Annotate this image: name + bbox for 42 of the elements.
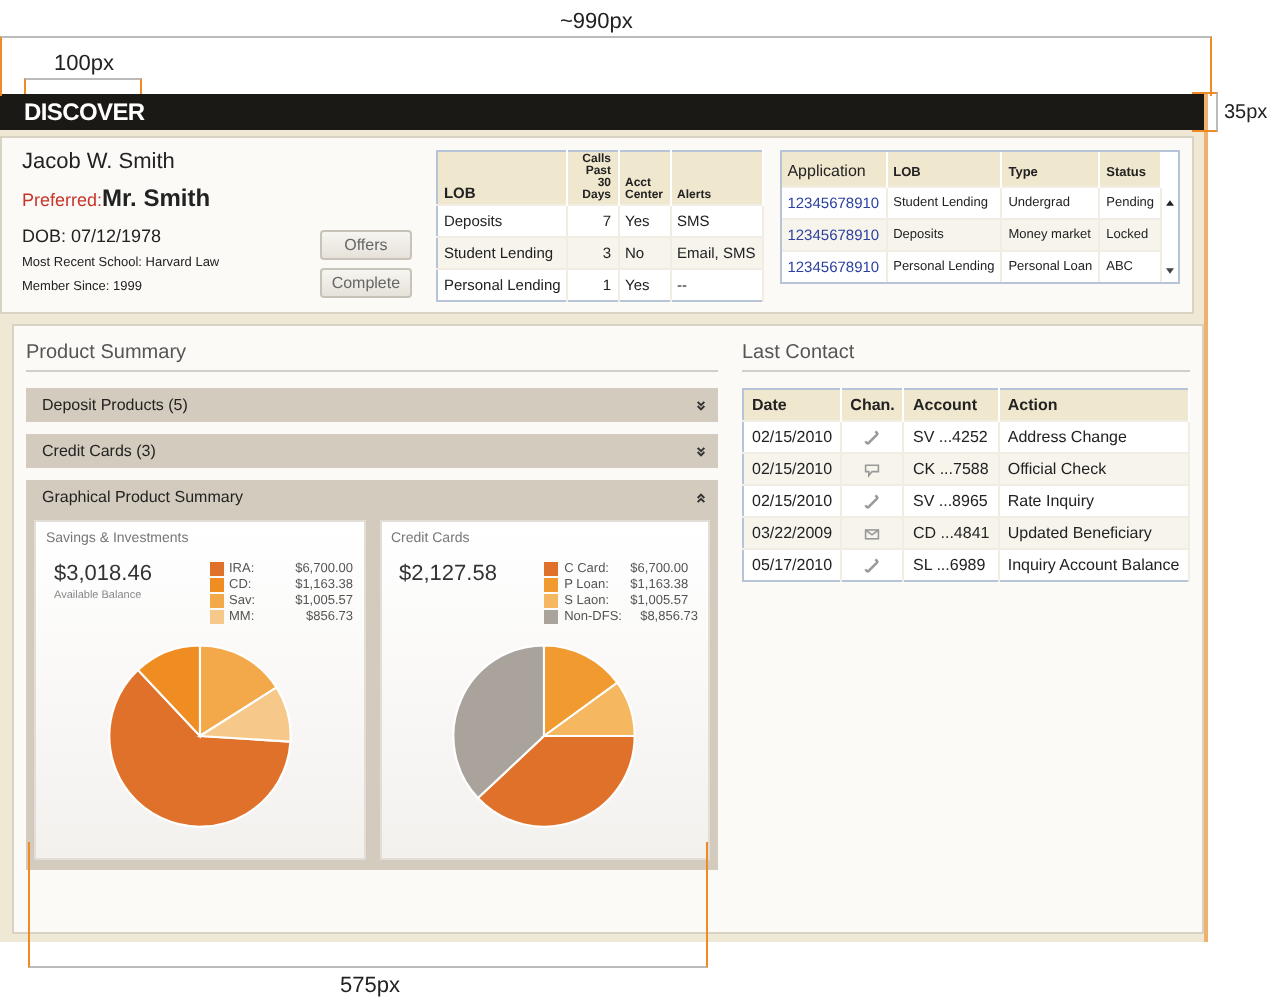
balance-amount: $2,127.58	[399, 562, 497, 586]
column-header: Application	[781, 152, 887, 187]
table-cell: 02/15/2010	[743, 453, 842, 485]
table-cell: 05/17/2010	[743, 549, 842, 581]
section-title: Last Contact	[742, 342, 1190, 372]
table-cell: Updated Beneficiary	[998, 517, 1189, 549]
phone-icon	[864, 557, 881, 574]
dimension-label: 35px	[1224, 102, 1268, 124]
column-header: Chan.	[841, 389, 904, 421]
phone-icon	[864, 493, 881, 510]
chat-icon	[864, 461, 881, 478]
scroll-up-icon[interactable]	[1166, 200, 1174, 206]
accordion-header[interactable]: Deposit Products (5)	[26, 388, 718, 422]
accordion-header[interactable]: Credit Cards (3)	[26, 434, 718, 468]
table-cell: 03/22/2009	[743, 517, 842, 549]
preferred-label: Preferred:	[22, 190, 103, 210]
table-cell: CD ...4841	[903, 517, 999, 549]
date-of-birth: DOB: 07/12/1978	[22, 226, 164, 246]
logo[interactable]: DISCOVER	[24, 98, 145, 126]
collapse-icon[interactable]	[696, 491, 706, 503]
phone-icon	[864, 429, 881, 446]
action-button[interactable]: Complete	[319, 268, 412, 298]
action-button[interactable]: Offers	[319, 230, 412, 260]
table-cell: Inquiry Account Balance	[998, 549, 1189, 581]
column-header: Account	[903, 389, 999, 421]
balance-amount: $3,018.46	[54, 562, 152, 586]
mail-icon	[864, 525, 881, 542]
accordion-header[interactable]: Graphical Product Summary	[26, 480, 718, 514]
column-header: Action	[998, 389, 1189, 421]
preferred-name: Mr. Smith	[102, 184, 211, 212]
dimension-label: 575px	[340, 974, 400, 998]
table-cell: CK ...7588	[903, 453, 999, 485]
scroll-down-icon[interactable]	[1166, 268, 1174, 274]
column-header: Date	[743, 389, 842, 421]
expand-icon[interactable]	[696, 399, 706, 411]
table-cell: SL ...6989	[903, 549, 999, 581]
dimension-label: ~990px	[560, 10, 633, 34]
dimension-label: 100px	[54, 52, 114, 76]
expand-icon[interactable]	[696, 445, 706, 457]
customer-name: Jacob W. Smith	[22, 150, 177, 174]
section-title: Product Summary	[26, 342, 718, 372]
table-cell: Official Check	[998, 453, 1189, 485]
